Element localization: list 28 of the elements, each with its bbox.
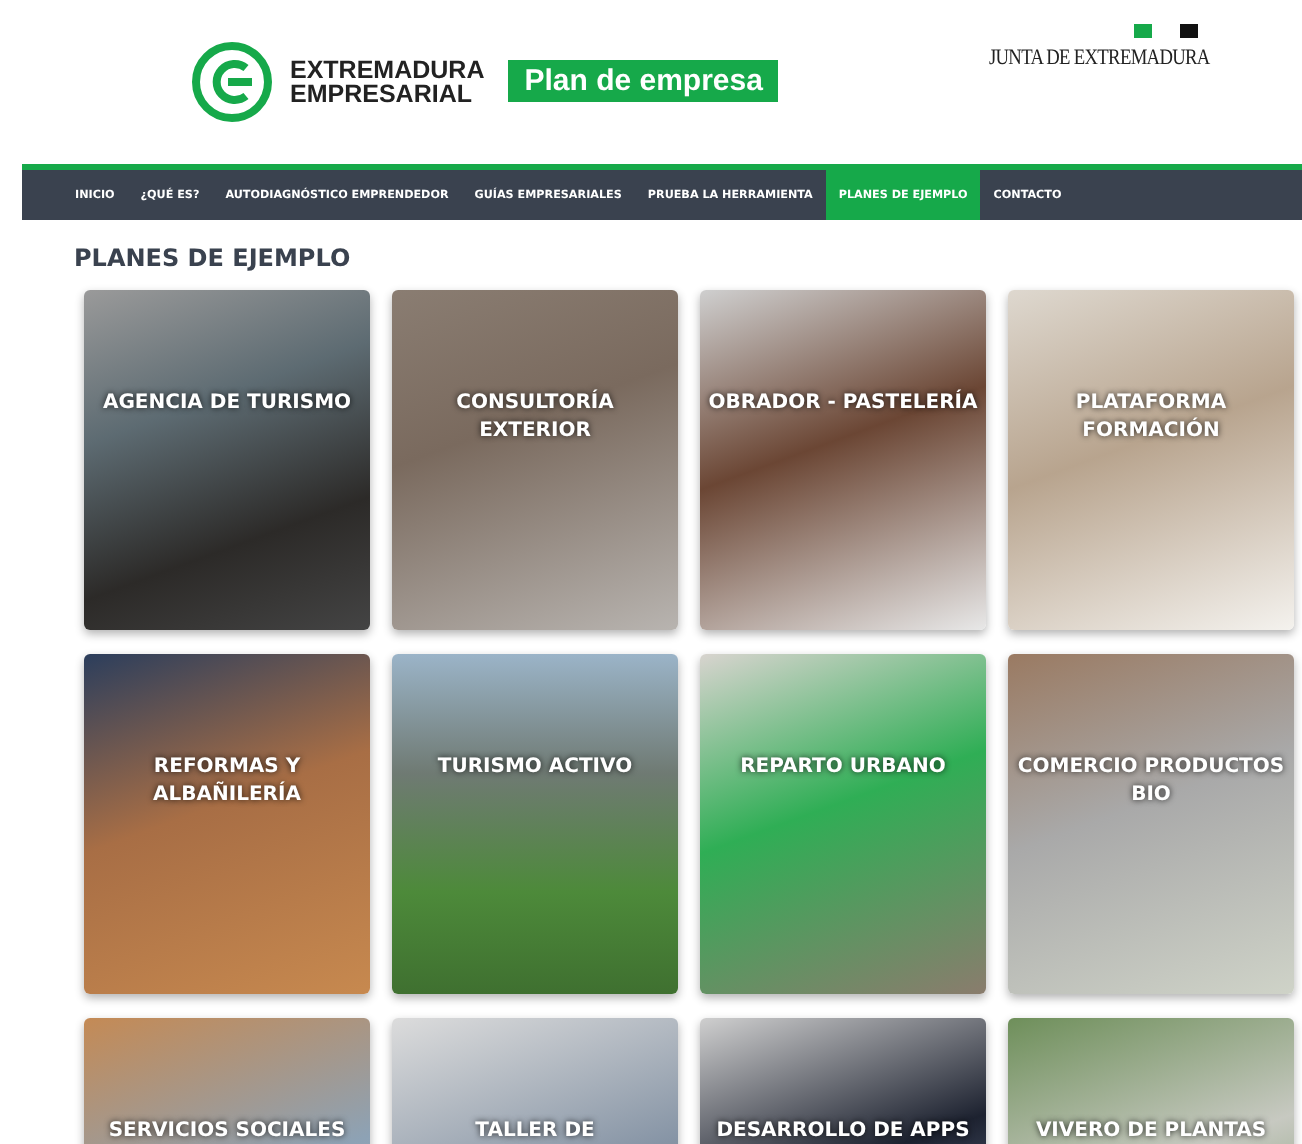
plan-title: TALLER DE xyxy=(473,1118,597,1144)
plan-card[interactable]: TURISMO ACTIVO xyxy=(392,654,678,994)
plan-card[interactable]: COMERCIO PRODUCTOS BIO xyxy=(1008,654,1294,994)
plan-title: TURISMO ACTIVO xyxy=(435,754,635,782)
plan-title: OBRADOR - PASTELERÍA xyxy=(706,390,980,418)
plan-card[interactable]: AGENCIA DE TURISMO xyxy=(84,290,370,630)
plan-badge: Plan de empresa xyxy=(508,60,779,102)
plan-title: REFORMAS Y ALBAÑILERÍA xyxy=(151,754,303,810)
brand-name: EMPRESARIAL xyxy=(290,82,474,106)
plan-card[interactable]: SERVICIOS SOCIALES xyxy=(84,1018,370,1144)
brand-name: EXTREMADURA xyxy=(290,58,485,82)
plan-card[interactable]: DESARROLLO DE APPS xyxy=(700,1018,986,1144)
plan-title: AGENCIA DE TURISMO xyxy=(100,390,354,418)
logo-icon xyxy=(190,40,274,124)
plan-card[interactable]: REFORMAS Y ALBAÑILERÍA xyxy=(84,654,370,994)
page-title: PLANES DE EJEMPLO xyxy=(74,244,353,272)
plan-title: VIVERO DE PLANTAS xyxy=(1033,1118,1269,1144)
institution-name: JUNTA DE EXTREMADURA xyxy=(989,46,1210,70)
plan-title: PLATAFORMA FORMACIÓN xyxy=(1073,390,1229,446)
plan-title: DESARROLLO DE APPS xyxy=(714,1118,972,1144)
plan-title: COMERCIO PRODUCTOS BIO xyxy=(1015,754,1287,810)
plan-title: REPARTO URBANO xyxy=(738,754,948,782)
plan-title: CONSULTORÍA EXTERIOR xyxy=(454,390,616,446)
plan-card[interactable]: OBRADOR - PASTELERÍA xyxy=(700,290,986,630)
plan-title: SERVICIOS SOCIALES xyxy=(106,1118,348,1144)
flag-icon xyxy=(1134,24,1198,38)
plan-card[interactable]: CONSULTORÍA EXTERIOR xyxy=(392,290,678,630)
plan-card[interactable]: REPARTO URBANO xyxy=(700,654,986,994)
